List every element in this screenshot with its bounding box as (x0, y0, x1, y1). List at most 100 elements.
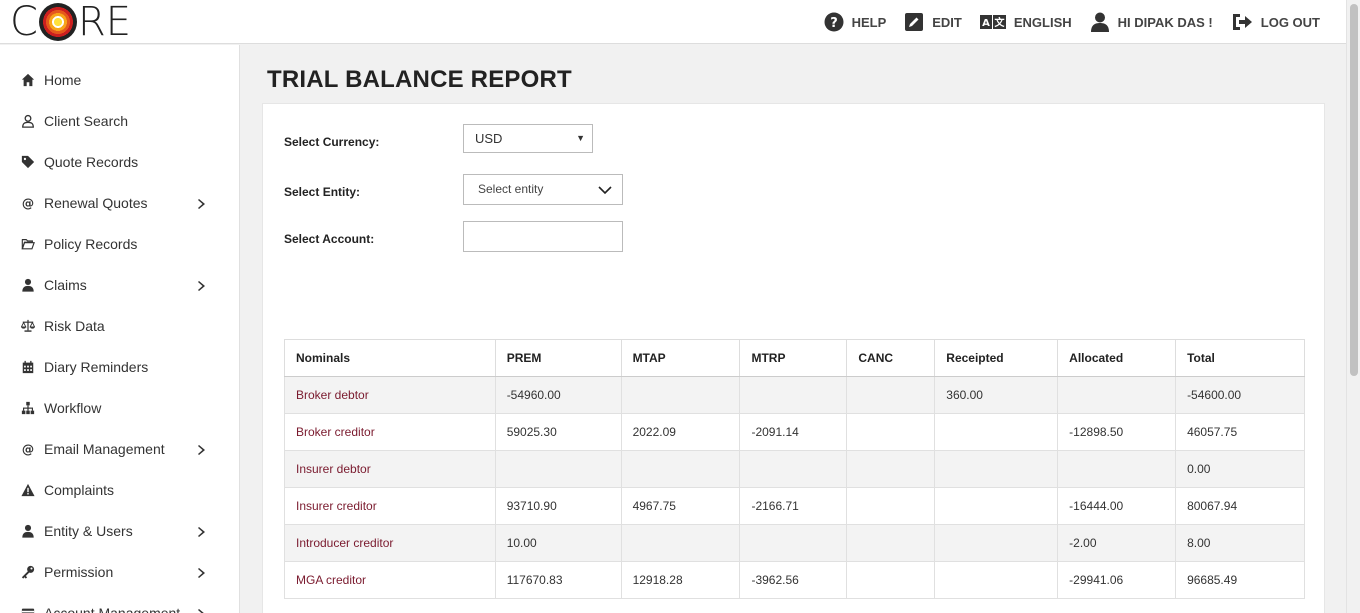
table-cell: 46057.75 (1175, 413, 1305, 451)
table-cell: -2091.14 (739, 413, 848, 451)
column-header: MTRP (739, 339, 848, 377)
table-cell: 10.00 (494, 524, 622, 562)
sidebar-item-label: Claims (44, 276, 87, 293)
logo-target-icon (38, 3, 77, 41)
sidebar-item-label: Policy Records (44, 235, 138, 252)
table-header-row: Nominals PREM MTAP MTRP CANC Receipted A… (284, 339, 1305, 377)
table-cell: 59025.30 (494, 413, 622, 451)
sidebar-item-client-search[interactable]: Client Search (0, 100, 240, 141)
sidebar-item-policy-records[interactable]: Policy Records (0, 223, 240, 264)
chevron-right-icon (197, 443, 209, 455)
sidebar-item-claims[interactable]: Claims (0, 264, 240, 305)
sidebar-item-renewal-quotes[interactable]: @ Renewal Quotes (0, 182, 240, 223)
chevron-right-icon (197, 197, 209, 209)
table-cell: -54960.00 (494, 376, 622, 414)
edit-label: EDIT (932, 14, 962, 30)
table-row: Insurer debtor 0.00 (284, 450, 1305, 488)
report-panel: Select Currency: USD ▼ Select Entity: Se… (262, 103, 1325, 613)
sidebar-item-label: Risk Data (44, 317, 105, 334)
currency-select[interactable]: USD ▼ (463, 124, 593, 153)
account-input[interactable] (463, 221, 623, 252)
sidebar-item-label: Home (44, 71, 82, 88)
table-cell (846, 561, 936, 599)
table-cell: 4967.75 (620, 487, 741, 525)
sidebar-item-diary-reminders[interactable]: Diary Reminders (0, 346, 240, 387)
table-cell: 117670.83 (494, 561, 622, 599)
nominal-link[interactable]: Insurer debtor (284, 450, 496, 488)
language-selector[interactable]: A文 ENGLISH (979, 12, 1072, 32)
balance-scale-icon (20, 318, 36, 334)
sidebar-item-risk-data[interactable]: Risk Data (0, 305, 240, 346)
sidebar-item-label: Entity & Users (44, 522, 133, 539)
at-icon: @ (20, 195, 36, 211)
edit-link[interactable]: EDIT (904, 12, 962, 32)
account-label: Select Account: (284, 232, 375, 246)
sidebar-item-label: Account Management (44, 604, 181, 613)
table-row: Broker debtor -54960.00 360.00 -54600.00 (284, 376, 1305, 414)
table-cell: -2.00 (1057, 524, 1177, 562)
credit-card-icon (20, 605, 36, 613)
table-cell: 12918.28 (620, 561, 741, 599)
sidebar-item-entity-users[interactable]: Entity & Users (0, 510, 240, 551)
table-cell: 80067.94 (1175, 487, 1305, 525)
nominal-link[interactable]: Insurer creditor (284, 487, 496, 525)
nominal-link[interactable]: MGA creditor (284, 561, 496, 599)
help-label: HELP (851, 14, 887, 30)
table-cell (934, 524, 1059, 562)
table-cell: -2166.71 (739, 487, 848, 525)
logo-letter-c: C (10, 0, 38, 45)
table-cell: 93710.90 (494, 487, 622, 525)
entity-label: Select Entity: (284, 185, 361, 199)
tag-icon (20, 154, 36, 170)
nominal-link[interactable]: Broker creditor (284, 413, 496, 451)
sidebar-item-label: Email Management (44, 440, 165, 457)
column-header: Total (1175, 339, 1305, 377)
svg-text:A: A (982, 18, 990, 29)
table-cell: 0.00 (1175, 450, 1305, 488)
logout-link[interactable]: LOG OUT (1231, 12, 1320, 32)
sidebar-item-workflow[interactable]: Workflow (0, 387, 240, 428)
table-cell (846, 487, 936, 525)
trial-balance-table: Nominals PREM MTAP MTRP CANC Receipted A… (284, 339, 1305, 599)
table-cell: -54600.00 (1175, 376, 1305, 414)
page-title: TRIAL BALANCE REPORT (267, 66, 572, 93)
scrollbar-thumb[interactable] (1350, 4, 1358, 376)
sidebar-item-label: Client Search (44, 112, 129, 129)
table-cell (846, 376, 936, 414)
table-cell (934, 450, 1059, 488)
sidebar-item-permission[interactable]: Permission (0, 551, 240, 592)
sidebar-item-quote-records[interactable]: Quote Records (0, 141, 240, 182)
page-scrollbar[interactable] (1346, 0, 1360, 613)
folder-open-icon (20, 236, 36, 252)
chevron-right-icon (197, 525, 209, 537)
sidebar-item-home[interactable]: Home (0, 59, 240, 100)
main-content: TRIAL BALANCE REPORT Select Currency: US… (241, 45, 1346, 613)
user-menu[interactable]: HI DIPAK DAS ! (1090, 12, 1213, 32)
core-logo[interactable]: C RE (10, 2, 131, 42)
top-nav: ? HELP EDIT A文 ENGLISH HI DIPAK DAS ! LO… (824, 0, 1320, 44)
entity-placeholder: Select entity (478, 182, 544, 196)
language-label: ENGLISH (1013, 14, 1072, 30)
table-cell (739, 450, 848, 488)
table-cell (846, 413, 936, 451)
svg-text:@: @ (22, 196, 34, 210)
svg-text:@: @ (22, 442, 34, 456)
key-icon (20, 564, 36, 580)
help-link[interactable]: ? HELP (824, 12, 887, 32)
table-cell (1057, 450, 1177, 488)
sidebar-item-account-management[interactable]: Account Management (0, 592, 240, 613)
edit-icon (905, 13, 924, 31)
table-row: MGA creditor 117670.83 12918.28 -3962.56… (284, 561, 1305, 599)
user-icon (20, 277, 36, 293)
entity-select[interactable]: Select entity (463, 174, 623, 205)
sidebar-item-email-management[interactable]: @ Email Management (0, 428, 240, 469)
table-cell (846, 524, 936, 562)
table-cell (494, 450, 622, 488)
user-greeting: HI DIPAK DAS ! (1117, 14, 1213, 30)
column-header: MTAP (620, 339, 741, 377)
dropdown-arrow-icon: ▼ (576, 133, 585, 143)
nominal-link[interactable]: Introducer creditor (284, 524, 496, 562)
nominal-link[interactable]: Broker debtor (284, 376, 496, 414)
at-icon: @ (20, 441, 36, 457)
sidebar-item-complaints[interactable]: Complaints (0, 469, 240, 510)
